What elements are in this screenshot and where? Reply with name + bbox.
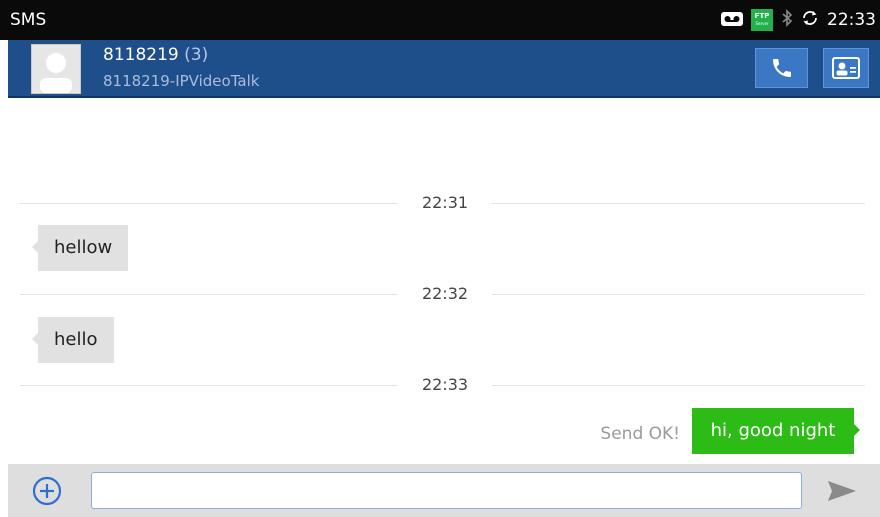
add-circle-icon — [32, 476, 62, 506]
status-bar: SMS FTP Server 22:33 — [0, 0, 880, 40]
outgoing-message[interactable]: hi, good night — [692, 408, 860, 454]
status-icons: FTP Server 22:33 — [721, 8, 876, 32]
time-divider: 22:33 — [20, 375, 865, 395]
app-title: SMS — [10, 10, 47, 30]
incoming-message[interactable]: hellow — [31, 225, 129, 271]
contact-card-icon — [832, 57, 860, 79]
contact-number: 8118219 — [103, 45, 179, 65]
divider-time: 22:33 — [421, 375, 469, 394]
call-button[interactable] — [755, 48, 808, 88]
send-button[interactable] — [826, 477, 858, 505]
contact-card-button[interactable] — [823, 48, 869, 88]
incoming-message[interactable]: hello — [32, 317, 114, 363]
contact-subtitle: 8118219-IPVideoTalk — [103, 72, 260, 90]
send-status: Send OK! — [600, 424, 680, 444]
time-divider: 22:32 — [20, 284, 865, 304]
add-attachment-button[interactable] — [32, 476, 62, 506]
send-icon — [828, 481, 856, 501]
contact-name: 8118219 (3) — [103, 45, 208, 65]
message-count: (3) — [184, 45, 209, 65]
composer-bar — [8, 464, 880, 517]
divider-time: 22:31 — [421, 193, 469, 212]
sync-icon — [801, 9, 819, 31]
voicemail-icon — [721, 11, 743, 30]
message-input[interactable] — [91, 472, 802, 509]
contact-avatar[interactable] — [31, 44, 81, 94]
ftp-server-icon: FTP Server — [751, 9, 773, 31]
phone-icon — [772, 59, 791, 77]
person-icon — [40, 53, 72, 93]
divider-time: 22:32 — [421, 284, 469, 303]
conversation-header: 8118219 (3) 8118219-IPVideoTalk — [8, 40, 880, 98]
time-divider: 22:31 — [20, 193, 865, 213]
clock: 22:33 — [827, 10, 876, 30]
bluetooth-icon — [781, 9, 793, 31]
